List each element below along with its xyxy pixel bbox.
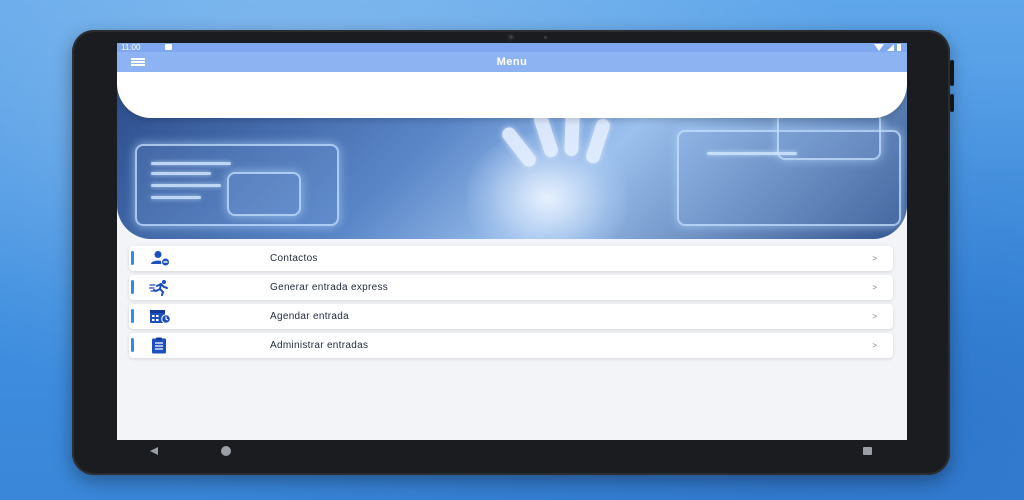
status-time: 11:00 — [121, 43, 141, 52]
volume-button — [950, 94, 954, 112]
notification-icon — [165, 44, 172, 50]
device-screen: 11:00 Menu Contactos > Generar entrada e… — [117, 43, 907, 440]
contacts-icon — [151, 251, 170, 267]
express-runner-icon — [149, 280, 168, 296]
page-title: Menu — [496, 56, 528, 68]
holographic-line — [151, 184, 221, 187]
item-accent-bar — [131, 280, 134, 294]
menu-item-generar-entrada-express[interactable]: Generar entrada express > — [129, 275, 893, 300]
chevron-right-icon: > — [872, 283, 877, 292]
menu-item-administrar-entradas[interactable]: Administrar entradas > — [129, 333, 893, 358]
chevron-right-icon: > — [872, 341, 877, 350]
power-button — [950, 60, 954, 86]
chevron-right-icon: > — [872, 312, 877, 321]
calendar-icon — [150, 310, 171, 324]
proximity-sensor — [544, 36, 547, 39]
item-accent-bar — [131, 309, 134, 323]
chevron-right-icon: > — [872, 254, 877, 263]
clipboard-list-icon — [152, 337, 166, 354]
back-icon[interactable] — [150, 447, 158, 455]
status-icons — [874, 44, 901, 51]
home-icon[interactable] — [221, 446, 231, 456]
menu-item-label: Contactos — [270, 253, 318, 264]
holographic-line — [151, 196, 201, 199]
holographic-line — [707, 152, 797, 155]
menu-item-label: Agendar entrada — [270, 311, 350, 322]
menu-item-agendar-entrada[interactable]: Agendar entrada > — [129, 304, 893, 329]
holographic-line — [151, 172, 211, 175]
holographic-line — [151, 162, 231, 165]
status-bar: 11:00 — [117, 43, 907, 52]
system-nav-bar — [117, 440, 907, 462]
signal-icon — [887, 44, 894, 51]
front-camera — [507, 33, 515, 41]
battery-icon — [897, 44, 901, 51]
menu-list: Contactos > Generar entrada express > Ag… — [129, 246, 893, 362]
item-accent-bar — [131, 251, 134, 265]
wifi-icon — [874, 44, 884, 51]
menu-item-label: Generar entrada express — [270, 282, 389, 293]
hero-header-curve — [117, 72, 907, 118]
holographic-panel — [227, 172, 301, 216]
menu-item-label: Administrar entradas — [270, 340, 369, 351]
menu-item-contactos[interactable]: Contactos > — [129, 246, 893, 271]
hero-banner — [117, 72, 907, 239]
recent-apps-icon[interactable] — [863, 447, 872, 455]
item-accent-bar — [131, 338, 134, 352]
app-bar: Menu — [117, 52, 907, 72]
